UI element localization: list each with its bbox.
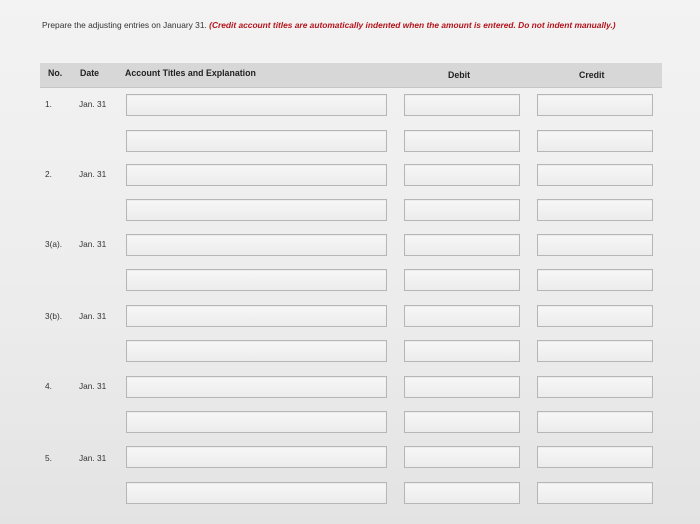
entry-date: Jan. 31	[79, 169, 107, 179]
account-title-input[interactable]	[126, 411, 387, 433]
credit-amount-input[interactable]	[537, 94, 653, 116]
entry-no: 5.	[45, 453, 52, 463]
debit-amount-input[interactable]	[404, 411, 520, 433]
instruction-main: Prepare the adjusting entries on January…	[42, 20, 207, 30]
entry-no: 2.	[45, 169, 52, 179]
credit-amount-input[interactable]	[537, 411, 653, 433]
entry-date: Jan. 31	[79, 99, 107, 109]
debit-amount-input[interactable]	[404, 305, 520, 327]
header-no: No.	[48, 68, 63, 78]
debit-amount-input[interactable]	[404, 446, 520, 468]
debit-amount-input[interactable]	[404, 340, 520, 362]
header-credit: Credit	[579, 70, 605, 80]
credit-amount-input[interactable]	[537, 199, 653, 221]
debit-amount-input[interactable]	[404, 130, 520, 152]
instruction-note: (Credit account titles are automatically…	[209, 20, 616, 30]
entry-no: 1.	[45, 99, 52, 109]
entry-no: 3(b).	[45, 311, 63, 321]
debit-amount-input[interactable]	[404, 164, 520, 186]
instruction-text: Prepare the adjusting entries on January…	[42, 19, 662, 32]
entry-date: Jan. 31	[79, 453, 107, 463]
account-title-input[interactable]	[126, 269, 387, 291]
entry-date: Jan. 31	[79, 239, 107, 249]
entry-date: Jan. 31	[79, 311, 107, 321]
credit-amount-input[interactable]	[537, 305, 653, 327]
account-title-input[interactable]	[126, 340, 387, 362]
header-date: Date	[80, 68, 100, 78]
credit-amount-input[interactable]	[537, 340, 653, 362]
credit-amount-input[interactable]	[537, 269, 653, 291]
account-title-input[interactable]	[126, 305, 387, 327]
account-title-input[interactable]	[126, 234, 387, 256]
table-header: No. Date Account Titles and Explanation …	[40, 63, 662, 88]
account-title-input[interactable]	[126, 446, 387, 468]
page: Prepare the adjusting entries on January…	[0, 0, 700, 524]
credit-amount-input[interactable]	[537, 164, 653, 186]
entry-no: 4.	[45, 381, 52, 391]
credit-amount-input[interactable]	[537, 482, 653, 504]
account-title-input[interactable]	[126, 164, 387, 186]
entry-date: Jan. 31	[79, 381, 107, 391]
account-title-input[interactable]	[126, 482, 387, 504]
debit-amount-input[interactable]	[404, 234, 520, 256]
debit-amount-input[interactable]	[404, 269, 520, 291]
account-title-input[interactable]	[126, 130, 387, 152]
credit-amount-input[interactable]	[537, 234, 653, 256]
credit-amount-input[interactable]	[537, 130, 653, 152]
account-title-input[interactable]	[126, 94, 387, 116]
header-debit: Debit	[448, 70, 470, 80]
debit-amount-input[interactable]	[404, 482, 520, 504]
account-title-input[interactable]	[126, 376, 387, 398]
credit-amount-input[interactable]	[537, 376, 653, 398]
debit-amount-input[interactable]	[404, 199, 520, 221]
debit-amount-input[interactable]	[404, 376, 520, 398]
credit-amount-input[interactable]	[537, 446, 653, 468]
debit-amount-input[interactable]	[404, 94, 520, 116]
header-account: Account Titles and Explanation	[125, 68, 256, 78]
account-title-input[interactable]	[126, 199, 387, 221]
entry-no: 3(a).	[45, 239, 63, 249]
